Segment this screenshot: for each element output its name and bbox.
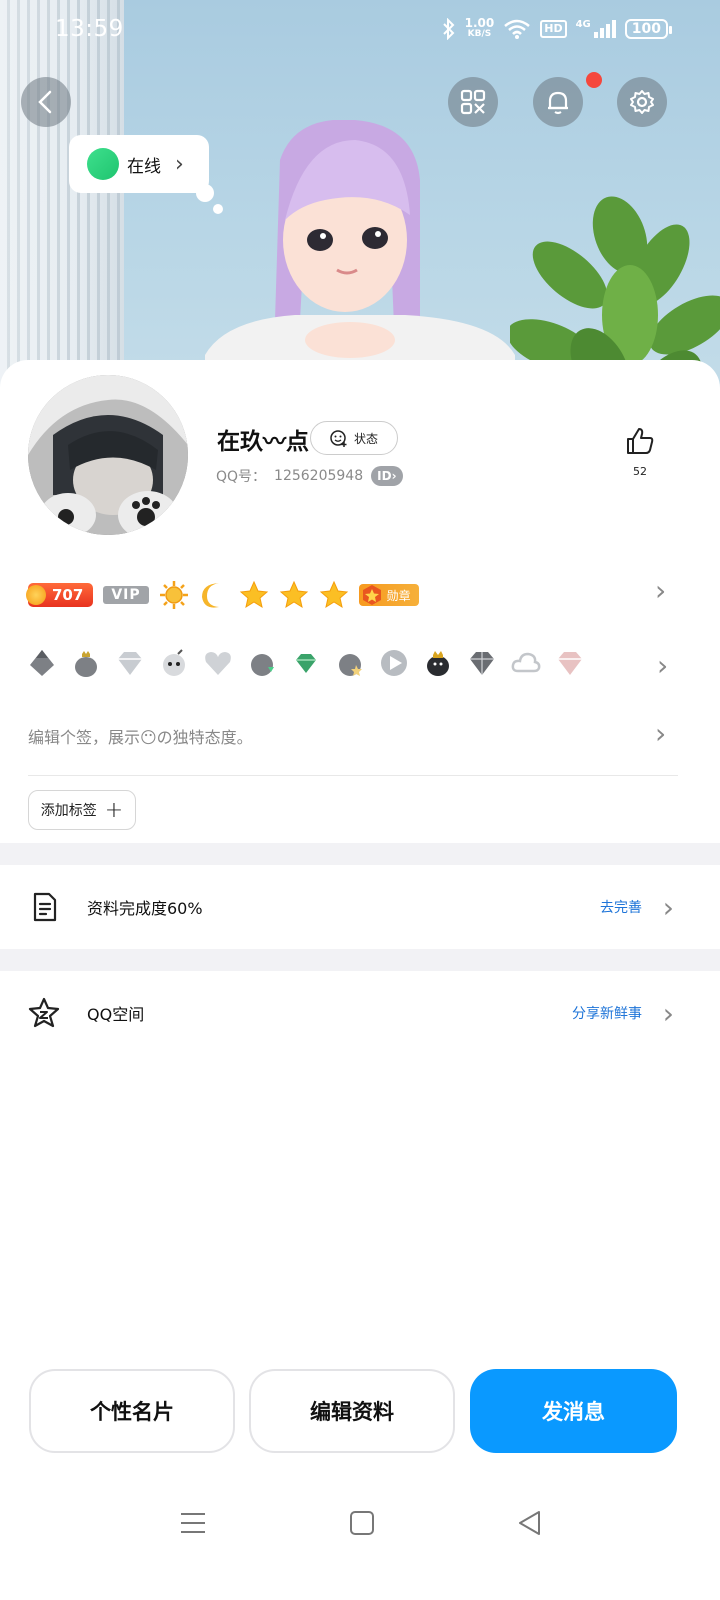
notification-button[interactable] (533, 77, 583, 127)
level-coin-icon (26, 585, 46, 605)
heart-icon (205, 652, 231, 675)
edit-profile-button[interactable]: 编辑资料 (249, 1369, 455, 1453)
chevron-right-icon: › (175, 151, 184, 177)
avatar-image (28, 375, 188, 535)
battery-indicator: 100 (624, 19, 673, 39)
profile-completion-row[interactable]: 资料完成度60% 去完善 › (0, 865, 720, 949)
share-news-link[interactable]: 分享新鲜事 (572, 1003, 642, 1023)
penguin-star-icon (339, 654, 362, 676)
online-status-label: 在线 (127, 156, 161, 177)
qr-code-button[interactable] (448, 77, 498, 127)
penguin-king-icon (427, 651, 449, 676)
chevron-right-icon: › (662, 996, 674, 1030)
status-bar: 13:59 1.00 KB/S HD 4G 100 (0, 14, 720, 50)
online-dot-icon (87, 148, 119, 180)
complete-profile-link[interactable]: 去完善 (600, 897, 642, 917)
system-navigation-bar (0, 1490, 720, 1560)
signal-icon (593, 20, 616, 38)
qq-number-row[interactable]: QQ号： 1256205948 ID› (216, 466, 403, 486)
notification-badge-dot (586, 72, 602, 88)
gear-icon (630, 90, 654, 114)
chevron-right-icon[interactable]: › (655, 717, 666, 750)
wifi-icon (504, 19, 531, 39)
set-status-label: 状态 (353, 431, 378, 446)
penguin-grey-icon (30, 650, 54, 676)
send-message-button[interactable]: 发消息 (470, 1369, 677, 1453)
status-time: 13:59 (55, 16, 124, 42)
qzone-star-icon (28, 997, 60, 1028)
divider (28, 775, 678, 776)
add-tag-label: 添加标签 (40, 803, 97, 819)
smiley-add-icon (330, 430, 347, 447)
qq-number-value: 1256205948 (274, 468, 364, 484)
bomb-face-icon (163, 649, 185, 676)
penguin-crown-icon (75, 651, 97, 677)
star-icon (239, 580, 268, 609)
thumbs-up-icon (627, 428, 654, 454)
like-button[interactable]: 52 (620, 425, 660, 478)
moon-icon (201, 583, 219, 608)
hd-badge: HD (540, 20, 567, 38)
diamond-icon (118, 652, 142, 675)
qq-number-label: QQ号： (216, 469, 267, 485)
chevron-right-icon[interactable]: › (655, 574, 666, 607)
like-count: 52 (633, 465, 647, 478)
signature-placeholder[interactable]: 编辑个签，展示😶の独特态度。 (28, 724, 253, 748)
emerald-icon (296, 654, 316, 673)
user-nickname[interactable]: 在玖〰点 (217, 422, 309, 456)
feature-icons-row[interactable] (26, 643, 626, 683)
star-icon (319, 580, 348, 609)
back-triangle-icon[interactable] (517, 1510, 543, 1536)
dark-diamond-icon (470, 652, 494, 675)
qzone-label: QQ空间 (87, 1005, 145, 1024)
star-icon (279, 580, 308, 609)
add-tag-button[interactable]: 添加标签 + (28, 790, 136, 830)
menu-icon[interactable] (180, 1510, 206, 1536)
chevron-right-icon[interactable]: › (657, 649, 668, 682)
signal-indicator: 4G (576, 20, 616, 38)
qq-level-badge: 707 (26, 583, 94, 607)
online-status-bubble[interactable]: 在线 › (69, 135, 209, 193)
back-button[interactable] (21, 77, 71, 127)
vip-badge: VIP (103, 586, 149, 604)
profile-cover[interactable]: 13:59 1.00 KB/S HD 4G 100 在线 › (0, 0, 720, 420)
sun-icon (159, 581, 188, 609)
plus-icon: + (104, 797, 124, 823)
user-avatar[interactable] (28, 375, 188, 535)
qzone-row[interactable]: QQ空间 分享新鲜事 › (0, 971, 720, 1055)
play-icon (381, 650, 407, 676)
medal-icon (362, 585, 381, 605)
settings-button[interactable] (617, 77, 667, 127)
pink-diamond-icon (558, 652, 582, 675)
home-icon[interactable] (349, 1510, 375, 1536)
level-badges-row[interactable]: 707 VIP 勋章 (26, 578, 688, 612)
profile-page: 13:59 1.00 KB/S HD 4G 100 在线 › 在玖〰点 状态 Q… (0, 0, 720, 1600)
personal-card-button[interactable]: 个性名片 (29, 1369, 235, 1453)
cloud-icon (511, 652, 541, 673)
qr-code-icon (460, 89, 486, 115)
profile-completion-label: 资料完成度60% (87, 899, 203, 918)
medal-badge: 勋章 (358, 584, 419, 606)
network-speed: 1.00 KB/S (464, 16, 495, 39)
penguin-gem-icon (251, 654, 274, 676)
bell-icon (548, 91, 568, 115)
set-status-button[interactable]: 状态 (310, 421, 398, 455)
chevron-left-icon (38, 90, 52, 114)
bluetooth-icon (442, 18, 455, 40)
document-icon (33, 892, 57, 922)
id-badge[interactable]: ID› (371, 466, 403, 486)
chevron-right-icon: › (662, 890, 674, 924)
